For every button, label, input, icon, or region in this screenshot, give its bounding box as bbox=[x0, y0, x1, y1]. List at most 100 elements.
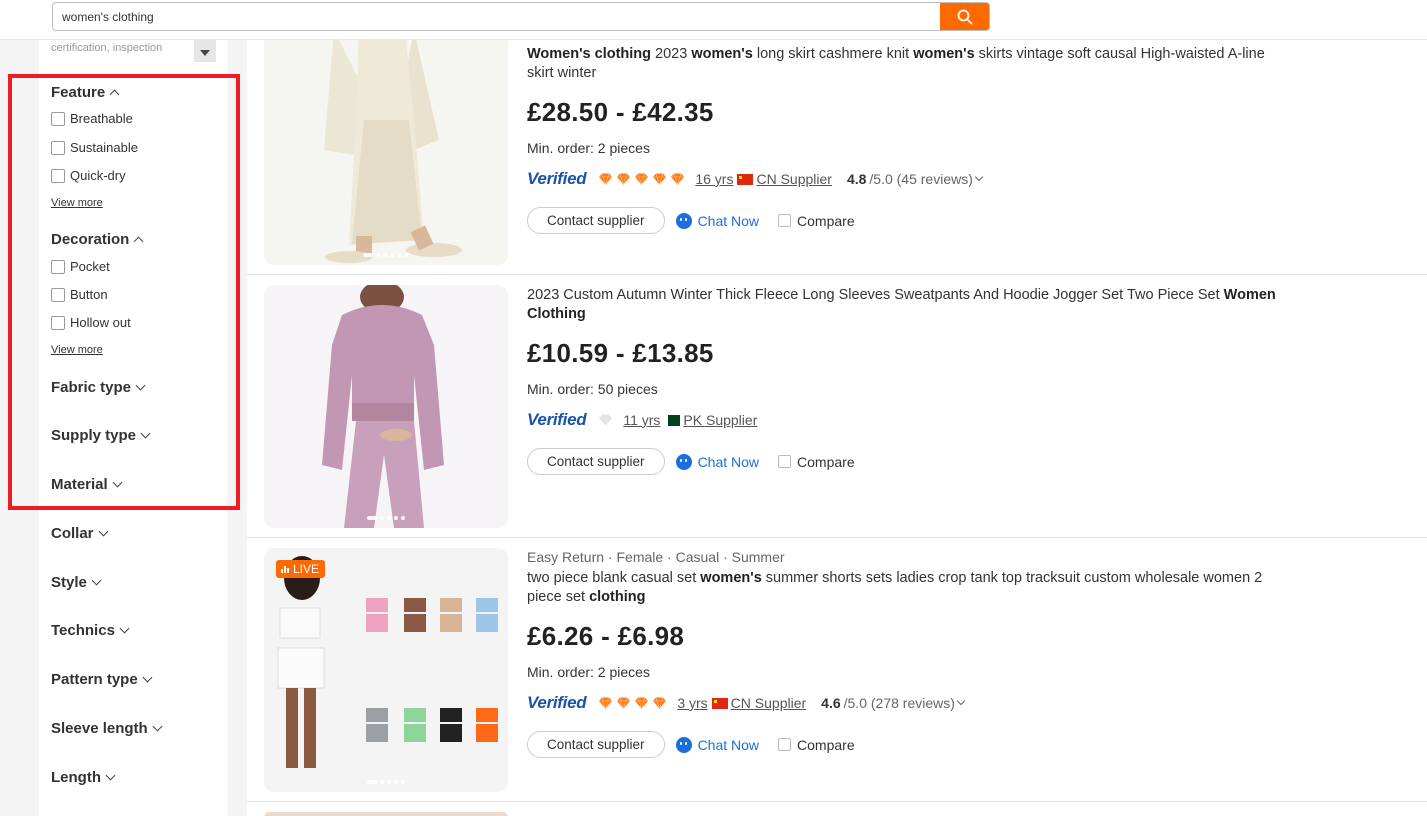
chevron-down-icon bbox=[974, 172, 984, 182]
contact-supplier-button[interactable]: Contact supplier bbox=[527, 207, 665, 234]
search-icon bbox=[957, 9, 972, 24]
certification-label: certification, inspection bbox=[51, 42, 163, 54]
facet-collar[interactable]: Collar bbox=[51, 525, 108, 542]
compare-label: Compare bbox=[797, 453, 855, 470]
product-price: £6.26 - £6.98 bbox=[527, 621, 685, 651]
compare-label: Compare bbox=[797, 212, 855, 229]
supplier-row: Verified 11 yrs PK Supplier bbox=[527, 410, 1287, 429]
pk-flag-icon bbox=[664, 414, 681, 426]
highlight-box bbox=[8, 74, 240, 510]
facet-length[interactable]: Length bbox=[51, 769, 116, 786]
image-carousel-dots[interactable] bbox=[367, 516, 405, 520]
checkbox[interactable] bbox=[778, 214, 792, 227]
diamond-icon bbox=[599, 697, 613, 709]
product-title[interactable]: two piece blank casual set women's summe… bbox=[527, 569, 1287, 607]
diamond-icon bbox=[635, 173, 649, 185]
diamond-icon bbox=[635, 697, 649, 709]
facet-title: Collar bbox=[51, 525, 94, 542]
product-image[interactable]: LIVE bbox=[264, 548, 508, 792]
product-card: Women's clothing 2023 women's long skirt… bbox=[247, 0, 1427, 275]
supplier-row: Verified 16 yrs CN Supplier 4.8/5.0 (45 … bbox=[527, 169, 1287, 188]
checkbox[interactable] bbox=[778, 455, 792, 468]
product-price: £28.50 - £42.35 bbox=[527, 97, 714, 127]
supplier-years[interactable]: 3 yrs bbox=[677, 695, 707, 711]
chevron-down-icon bbox=[119, 623, 130, 634]
diamond-icon bbox=[653, 173, 667, 185]
facet-title: Sleeve length bbox=[51, 720, 148, 737]
caret-down-icon bbox=[200, 49, 210, 56]
diamond-icon bbox=[617, 697, 631, 709]
chat-label: Chat Now bbox=[697, 212, 760, 229]
facet-title: Pattern type bbox=[51, 671, 138, 688]
supplier-diamonds bbox=[598, 697, 667, 709]
chat-icon bbox=[675, 736, 692, 753]
product-list: Women's clothing 2023 women's long skirt… bbox=[247, 0, 1427, 816]
product-info: Women's clothing 2023 women's long skirt… bbox=[527, 45, 1287, 234]
product-image[interactable] bbox=[264, 812, 508, 816]
product-title[interactable]: 2023 Custom Autumn Winter Thick Fleece L… bbox=[527, 286, 1287, 324]
facet-pattern-type[interactable]: Pattern type bbox=[51, 671, 153, 688]
verified-badge: Verified bbox=[527, 693, 587, 712]
live-badge: LIVE bbox=[276, 560, 326, 578]
supplier-years[interactable]: 16 yrs bbox=[695, 171, 733, 187]
chat-icon bbox=[675, 453, 692, 470]
compare-checkbox[interactable]: Compare bbox=[778, 737, 855, 753]
search-button[interactable] bbox=[940, 3, 989, 30]
product-image[interactable] bbox=[264, 285, 508, 528]
chevron-down-icon bbox=[105, 770, 116, 781]
supplier-diamonds bbox=[598, 173, 685, 185]
product-actions: Contact supplier Chat Now Compare bbox=[527, 207, 1287, 234]
supplier-country[interactable]: CN Supplier bbox=[756, 171, 831, 187]
compare-checkbox[interactable]: Compare bbox=[778, 454, 855, 470]
product-info: Easy Return · Female · Casual · Summer t… bbox=[527, 549, 1287, 758]
facet-style[interactable]: Style bbox=[51, 574, 102, 591]
rating-reviews: /5.0 (45 reviews) bbox=[869, 171, 973, 187]
product-card-partial bbox=[247, 802, 1427, 816]
chat-now-button[interactable]: Chat Now bbox=[675, 736, 760, 753]
contact-supplier-button[interactable]: Contact supplier bbox=[527, 448, 665, 475]
product-actions: Contact supplier Chat Now Compare bbox=[527, 448, 1287, 475]
image-carousel-dots[interactable] bbox=[367, 780, 405, 784]
product-title[interactable]: Women's clothing 2023 women's long skirt… bbox=[527, 45, 1287, 83]
diamond-icon bbox=[671, 173, 685, 185]
facet-sleeve-length[interactable]: Sleeve length bbox=[51, 720, 163, 737]
chat-now-button[interactable]: Chat Now bbox=[675, 212, 760, 229]
supplier-country[interactable]: CN Supplier bbox=[731, 695, 806, 711]
live-label: LIVE bbox=[293, 562, 320, 576]
chat-label: Chat Now bbox=[697, 453, 760, 470]
min-order: Min. order: 2 pieces bbox=[527, 140, 650, 156]
compare-label: Compare bbox=[797, 736, 855, 753]
rating-score: 4.6 bbox=[821, 695, 841, 711]
facet-title: Style bbox=[51, 574, 87, 591]
supplier-years[interactable]: 11 yrs bbox=[623, 412, 660, 428]
chat-label: Chat Now bbox=[697, 736, 760, 753]
product-tags: Easy Return · Female · Casual · Summer bbox=[527, 549, 785, 565]
verified-badge: Verified bbox=[527, 169, 587, 188]
facet-title: Technics bbox=[51, 622, 115, 639]
min-order: Min. order: 2 pieces bbox=[527, 664, 650, 680]
contact-supplier-button[interactable]: Contact supplier bbox=[527, 731, 665, 758]
facet-technics[interactable]: Technics bbox=[51, 622, 130, 639]
product-info: 2023 Custom Autumn Winter Thick Fleece L… bbox=[527, 286, 1287, 475]
product-photo-hoodie-set bbox=[264, 285, 508, 528]
product-actions: Contact supplier Chat Now Compare bbox=[527, 731, 1287, 758]
product-photo-shorts-sets bbox=[264, 548, 508, 792]
facet-title: Length bbox=[51, 769, 101, 786]
product-card: LIVE Easy Return · Female · Casual · Sum… bbox=[247, 538, 1427, 802]
chat-now-button[interactable]: Chat Now bbox=[675, 453, 760, 470]
chevron-down-icon bbox=[91, 575, 102, 586]
live-icon bbox=[281, 565, 289, 573]
search-input[interactable] bbox=[53, 3, 941, 30]
supplier-rating[interactable]: 4.8/5.0 (45 reviews) bbox=[846, 171, 984, 187]
image-carousel-dots[interactable] bbox=[363, 253, 409, 257]
certification-dropdown[interactable] bbox=[194, 40, 216, 62]
compare-checkbox[interactable]: Compare bbox=[778, 213, 855, 229]
cn-flag-icon bbox=[711, 697, 728, 709]
supplier-rating[interactable]: 4.6/5.0 (278 reviews) bbox=[821, 695, 966, 711]
rating-score: 4.8 bbox=[846, 171, 867, 187]
supplier-country[interactable]: PK Supplier bbox=[683, 412, 757, 428]
supplier-row: Verified 3 yrs CN Supplier 4.6/5.0 (278 … bbox=[527, 693, 1287, 712]
supplier-diamond-empty-icon bbox=[598, 414, 613, 426]
verified-badge: Verified bbox=[527, 410, 587, 429]
checkbox[interactable] bbox=[778, 738, 792, 751]
